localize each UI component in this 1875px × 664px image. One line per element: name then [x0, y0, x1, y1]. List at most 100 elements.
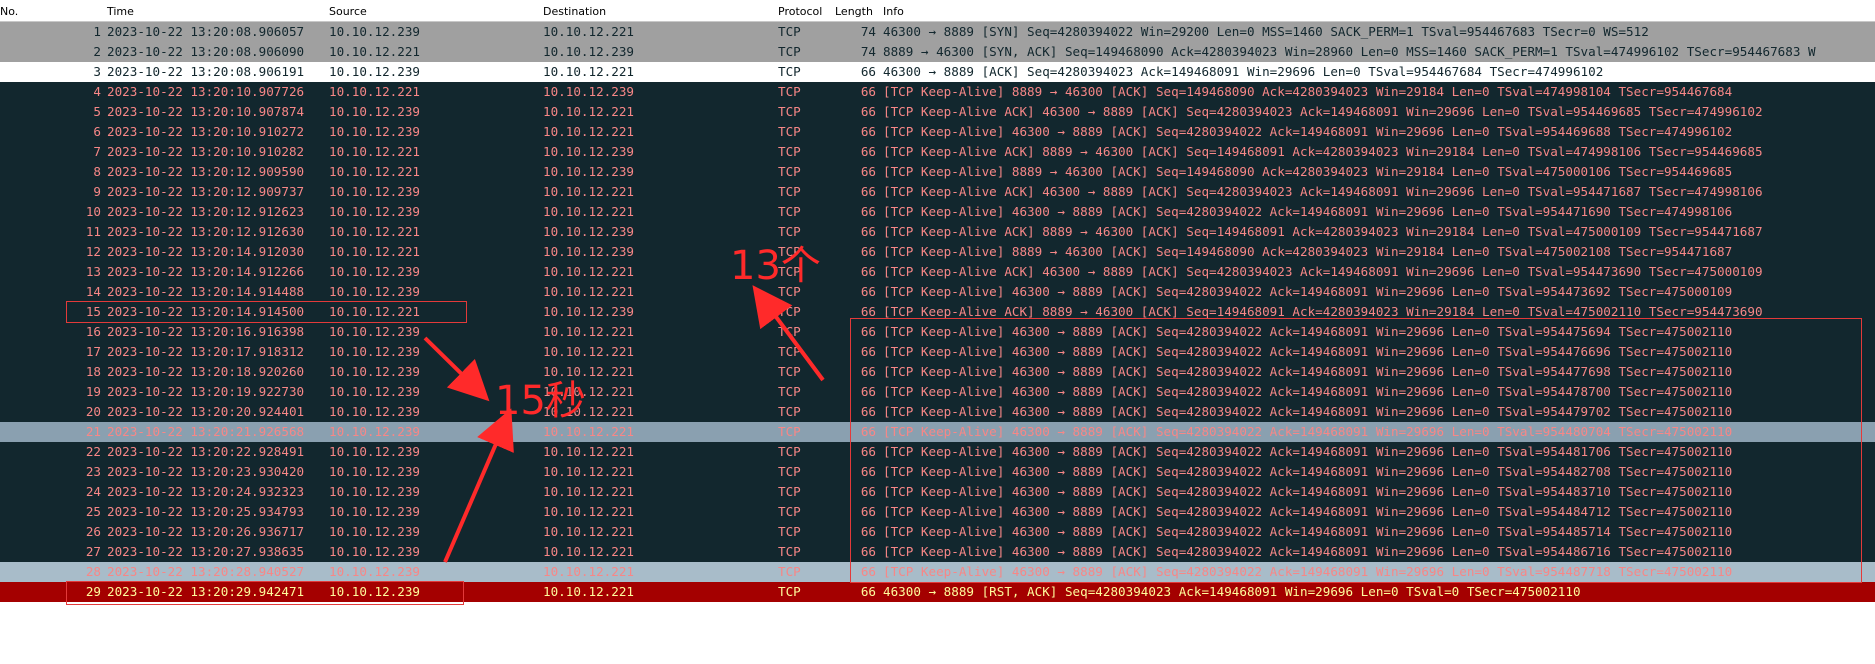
packet-source: 10.10.12.221: [329, 164, 420, 179]
column-header-destination[interactable]: Destination: [543, 5, 606, 18]
packet-row[interactable]: 2 2023-10-22 13:20:08.906090 10.10.12.221 1…: [0, 42, 1875, 62]
packet-time: 2023-10-22 13:20:10.910282: [107, 144, 305, 159]
packet-protocol: TCP: [778, 224, 801, 239]
packet-row[interactable]: 26 2023-10-22 13:20:26.936717 10.10.12.239…: [0, 522, 1875, 542]
packet-row[interactable]: 7 2023-10-22 13:20:10.910282 10.10.12.221 1…: [0, 142, 1875, 162]
packet-row[interactable]: 16 2023-10-22 13:20:16.916398 10.10.12.239…: [0, 322, 1875, 342]
packet-time: 2023-10-22 13:20:14.912266: [107, 264, 305, 279]
column-header-protocol[interactable]: Protocol: [778, 5, 822, 18]
packet-source: 10.10.12.239: [329, 184, 420, 199]
packet-row[interactable]: 28 2023-10-22 13:20:28.940527 10.10.12.239…: [0, 562, 1875, 582]
packet-number: 2: [93, 44, 101, 59]
column-header-info[interactable]: Info: [883, 5, 904, 18]
packet-row[interactable]: 23 2023-10-22 13:20:23.930420 10.10.12.239…: [0, 462, 1875, 482]
packet-protocol: TCP: [778, 544, 801, 559]
packet-list-empty-area: [0, 602, 1875, 664]
packet-destination: 10.10.12.221: [543, 24, 634, 39]
packet-row[interactable]: 8 2023-10-22 13:20:12.909590 10.10.12.221 1…: [0, 162, 1875, 182]
packet-row[interactable]: 19 2023-10-22 13:20:19.922730 10.10.12.239…: [0, 382, 1875, 402]
packet-row[interactable]: 29 2023-10-22 13:20:29.942471 10.10.12.239…: [0, 582, 1875, 602]
packet-protocol: TCP: [778, 104, 801, 119]
packet-length: 66: [860, 284, 876, 299]
packet-protocol: TCP: [778, 384, 801, 399]
packet-number: 16: [85, 324, 101, 339]
column-header-length[interactable]: Length: [835, 5, 873, 18]
packet-destination: 10.10.12.239: [543, 304, 634, 319]
packet-row[interactable]: 11 2023-10-22 13:20:12.912630 10.10.12.221…: [0, 222, 1875, 242]
packet-number: 14: [85, 284, 101, 299]
packet-number: 24: [85, 484, 101, 499]
packet-row[interactable]: 10 2023-10-22 13:20:12.912623 10.10.12.239…: [0, 202, 1875, 222]
packet-row[interactable]: 27 2023-10-22 13:20:27.938635 10.10.12.239…: [0, 542, 1875, 562]
packet-row[interactable]: 17 2023-10-22 13:20:17.918312 10.10.12.239…: [0, 342, 1875, 362]
packet-time: 2023-10-22 13:20:08.906057: [107, 24, 305, 39]
packet-time: 2023-10-22 13:20:18.920260: [107, 364, 305, 379]
packet-time: 2023-10-22 13:20:12.912630: [107, 224, 305, 239]
packet-info: [TCP Keep-Alive] 46300 → 8889 [ACK] Seq=…: [883, 204, 1733, 219]
packet-row[interactable]: 15 2023-10-22 13:20:14.914500 10.10.12.221…: [0, 302, 1875, 322]
packet-row[interactable]: 9 2023-10-22 13:20:12.909737 10.10.12.239 1…: [0, 182, 1875, 202]
column-header-source[interactable]: Source: [329, 5, 367, 18]
packet-row[interactable]: 24 2023-10-22 13:20:24.932323 10.10.12.239…: [0, 482, 1875, 502]
packet-protocol: TCP: [778, 84, 801, 99]
packet-protocol: TCP: [778, 64, 801, 79]
packet-length: 66: [860, 164, 876, 179]
packet-row[interactable]: 14 2023-10-22 13:20:14.914488 10.10.12.239…: [0, 282, 1875, 302]
packet-info: [TCP Keep-Alive] 8889 → 46300 [ACK] Seq=…: [883, 84, 1733, 99]
packet-row[interactable]: 6 2023-10-22 13:20:10.910272 10.10.12.239 1…: [0, 122, 1875, 142]
packet-info: [TCP Keep-Alive ACK] 8889 → 46300 [ACK] …: [883, 304, 1763, 319]
packet-row[interactable]: 12 2023-10-22 13:20:14.912030 10.10.12.221…: [0, 242, 1875, 262]
packet-info: [TCP Keep-Alive] 46300 → 8889 [ACK] Seq=…: [883, 404, 1733, 419]
packet-info: [TCP Keep-Alive] 46300 → 8889 [ACK] Seq=…: [883, 504, 1733, 519]
packet-time: 2023-10-22 13:20:08.906191: [107, 64, 305, 79]
packet-destination: 10.10.12.221: [543, 524, 634, 539]
packet-info: [TCP Keep-Alive] 46300 → 8889 [ACK] Seq=…: [883, 564, 1733, 579]
packet-info: 46300 → 8889 [RST, ACK] Seq=4280394023 A…: [883, 584, 1581, 599]
packet-source: 10.10.12.239: [329, 524, 420, 539]
packet-protocol: TCP: [778, 344, 801, 359]
column-header-no[interactable]: No.: [0, 5, 18, 18]
packet-time: 2023-10-22 13:20:19.922730: [107, 384, 305, 399]
packet-source: 10.10.12.239: [329, 264, 420, 279]
packet-row[interactable]: 25 2023-10-22 13:20:25.934793 10.10.12.239…: [0, 502, 1875, 522]
packet-row[interactable]: 22 2023-10-22 13:20:22.928491 10.10.12.239…: [0, 442, 1875, 462]
packet-source: 10.10.12.221: [329, 44, 420, 59]
packet-row[interactable]: 18 2023-10-22 13:20:18.920260 10.10.12.239…: [0, 362, 1875, 382]
packet-number: 29: [85, 584, 101, 599]
packet-length: 66: [860, 524, 876, 539]
packet-source: 10.10.12.239: [329, 424, 420, 439]
packet-number: 21: [85, 424, 101, 439]
packet-time: 2023-10-22 13:20:12.909590: [107, 164, 305, 179]
packet-destination: 10.10.12.239: [543, 164, 634, 179]
packet-source: 10.10.12.239: [329, 104, 420, 119]
packet-row[interactable]: 20 2023-10-22 13:20:20.924401 10.10.12.239…: [0, 402, 1875, 422]
packet-number: 22: [85, 444, 101, 459]
packet-length: 66: [860, 464, 876, 479]
packet-time: 2023-10-22 13:20:12.909737: [107, 184, 305, 199]
packet-row[interactable]: 1 2023-10-22 13:20:08.906057 10.10.12.239 1…: [0, 22, 1875, 42]
packet-info: [TCP Keep-Alive] 46300 → 8889 [ACK] Seq=…: [883, 524, 1733, 539]
packet-protocol: TCP: [778, 264, 801, 279]
packet-info: [TCP Keep-Alive] 46300 → 8889 [ACK] Seq=…: [883, 324, 1733, 339]
packet-time: 2023-10-22 13:20:10.907874: [107, 104, 305, 119]
packet-destination: 10.10.12.239: [543, 224, 634, 239]
packet-destination: 10.10.12.239: [543, 84, 634, 99]
packet-row[interactable]: 5 2023-10-22 13:20:10.907874 10.10.12.239 1…: [0, 102, 1875, 122]
packet-info: [TCP Keep-Alive] 46300 → 8889 [ACK] Seq=…: [883, 124, 1733, 139]
packet-source: 10.10.12.239: [329, 444, 420, 459]
packet-length: 66: [860, 104, 876, 119]
packet-source: 10.10.12.239: [329, 464, 420, 479]
packet-time: 2023-10-22 13:20:08.906090: [107, 44, 305, 59]
packet-source: 10.10.12.239: [329, 544, 420, 559]
packet-row[interactable]: 13 2023-10-22 13:20:14.912266 10.10.12.239…: [0, 262, 1875, 282]
column-header-time[interactable]: Time: [107, 5, 134, 18]
packet-number: 8: [93, 164, 101, 179]
packet-protocol: TCP: [778, 304, 801, 319]
packet-row[interactable]: 3 2023-10-22 13:20:08.906191 10.10.12.239 1…: [0, 62, 1875, 82]
packet-source: 10.10.12.221: [329, 244, 420, 259]
packet-row[interactable]: 4 2023-10-22 13:20:10.907726 10.10.12.221 1…: [0, 82, 1875, 102]
packet-row[interactable]: 21 2023-10-22 13:20:21.926568 10.10.12.239…: [0, 422, 1875, 442]
packet-protocol: TCP: [778, 564, 801, 579]
packet-source: 10.10.12.221: [329, 84, 420, 99]
packet-destination: 10.10.12.221: [543, 464, 634, 479]
